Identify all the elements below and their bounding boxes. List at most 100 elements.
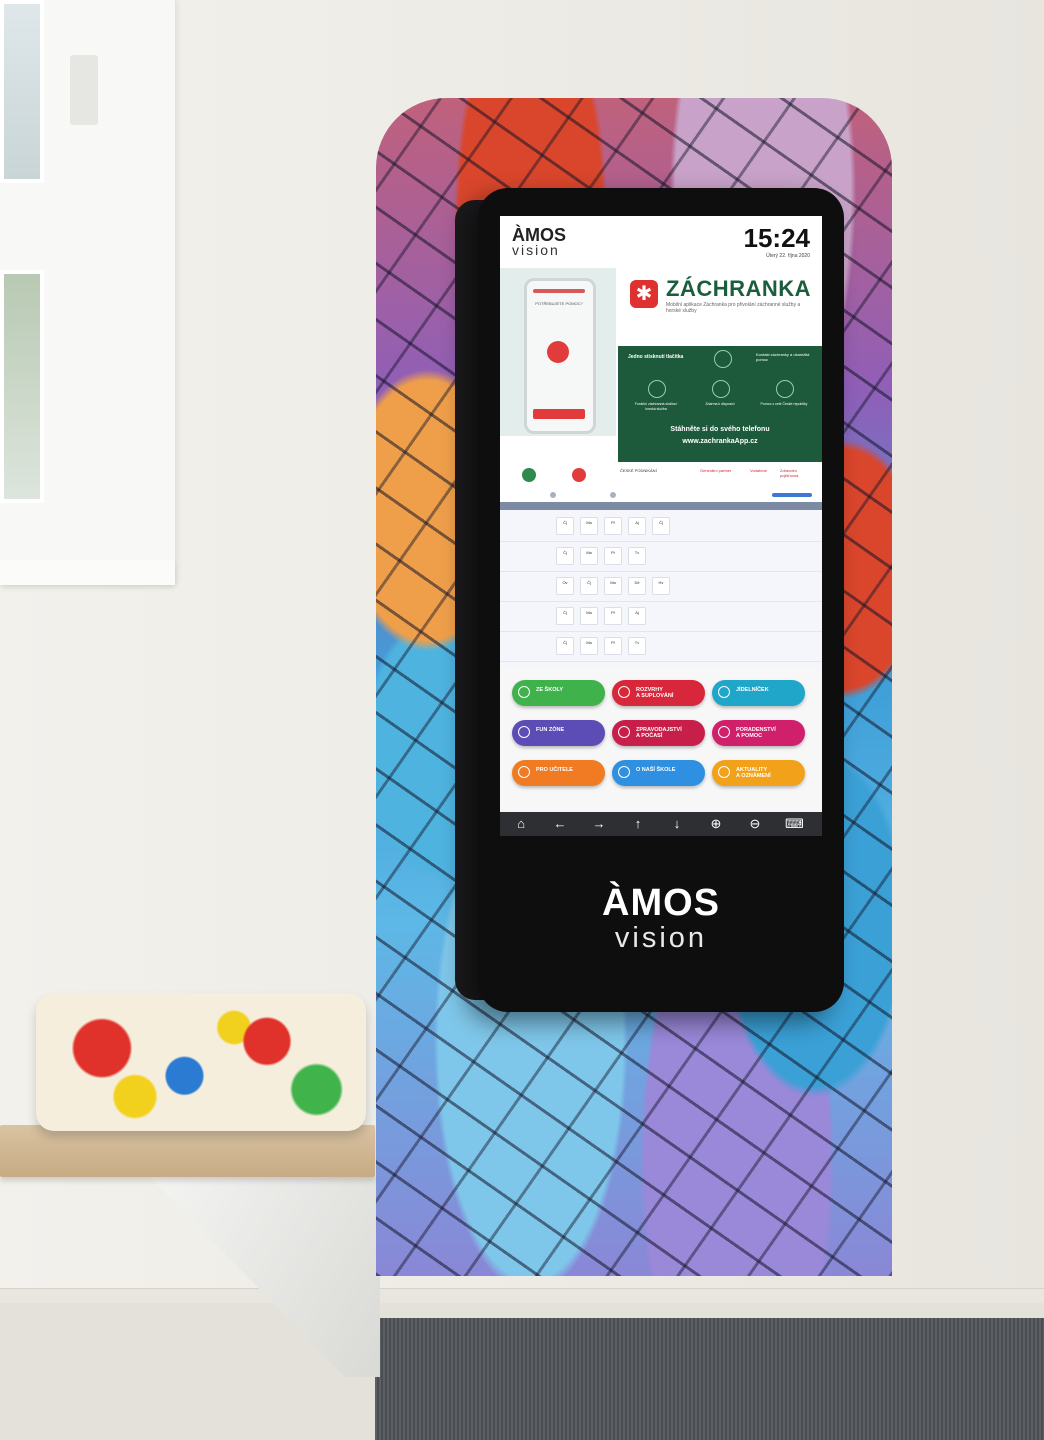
pillow xyxy=(36,993,366,1131)
zoom-in-icon[interactable]: ⊕ xyxy=(707,816,725,832)
microphone-icon xyxy=(618,726,630,738)
bell-icon xyxy=(718,766,730,778)
timetable-selector[interactable] xyxy=(772,493,812,497)
timetable-cell[interactable]: Ma xyxy=(580,517,598,535)
kiosk-screen: ÀMOS vision 15:24 Úterý 22. října 2020 P… xyxy=(500,216,822,836)
sponsor-strip: ČESKÉ PODNIKÁNÍ Generální partner Vodafo… xyxy=(500,462,822,488)
home-icon[interactable]: ⌂ xyxy=(512,816,530,832)
icon-caption: Zdarma k dispozici xyxy=(705,402,735,406)
gamepad-icon xyxy=(518,726,530,738)
timetable-cell[interactable]: Ma xyxy=(580,547,598,565)
timetable-cell[interactable]: Aj xyxy=(628,607,646,625)
crosshair-icon xyxy=(712,380,730,398)
sos-button-icon xyxy=(547,341,569,363)
menu-button-label: PRO UČITELE xyxy=(536,767,573,773)
banner-step-result: Kontakt záchranky a okamžitá pomoc xyxy=(756,352,810,362)
phone-status-bar xyxy=(533,289,585,293)
timetable-row: Čj Ma Př Aj xyxy=(500,602,822,632)
timetable-cell[interactable]: Ma xyxy=(604,577,622,595)
kiosk-logo-line2: vision xyxy=(614,922,708,954)
clock: 15:24 xyxy=(743,223,811,253)
banner-subtitle: Mobilní aplikace Záchranka pro přivolání… xyxy=(666,302,801,314)
timetable-cell[interactable]: Ma xyxy=(580,637,598,655)
phone-mockup: POTŘEBUJETE POMOC? xyxy=(524,278,596,434)
menu-button-label: AKTUALITY A OZNÁMENÍ xyxy=(736,767,771,779)
timetable-cell[interactable]: Čj xyxy=(556,517,574,535)
arrow-left-icon[interactable]: ← xyxy=(551,816,569,832)
mountain-icon xyxy=(648,380,666,398)
sponsor-logo-icon xyxy=(522,468,536,482)
window-pane-top xyxy=(0,0,44,183)
menu-button[interactable]: JÍDELNÍČEK xyxy=(712,680,805,706)
timetable-cell[interactable]: Čj xyxy=(652,517,670,535)
timetable-cell[interactable]: Čj xyxy=(580,577,598,595)
timetable-cell[interactable]: Ov xyxy=(556,577,574,595)
menu-button[interactable]: FUN ZÓNE xyxy=(512,720,605,746)
zoom-out-icon[interactable]: ⊖ xyxy=(746,816,764,832)
banner-step: Jedno stisknutí tlačítka xyxy=(628,354,684,360)
timetable-row: Čj Ma Př Tv xyxy=(500,632,822,662)
alert-icon xyxy=(776,380,794,398)
timetable-cell[interactable]: Aj xyxy=(628,517,646,535)
icon-caption: Pomoc z celé České republiky xyxy=(760,402,808,406)
timetable-cell[interactable]: Čj xyxy=(556,637,574,655)
navigation-bar: ⌂ ← → ↑ ↓ ⊕ ⊖ ⌨ xyxy=(500,812,822,836)
sponsor-label: ČESKÉ PODNIKÁNÍ xyxy=(620,468,657,473)
menu-button[interactable]: AKTUALITY A OZNÁMENÍ xyxy=(712,760,805,786)
filter-dot-icon[interactable] xyxy=(550,492,556,498)
bench-seat xyxy=(0,1125,375,1177)
menu-button-label: ZPRAVODAJSTVÍ A POČASÍ xyxy=(636,727,682,739)
timetable-row: Ov Čj Ma Dě Hv xyxy=(500,572,822,602)
arrow-up-icon[interactable]: ↑ xyxy=(629,816,647,832)
date: Úterý 22. října 2020 xyxy=(766,253,810,259)
menu-button-label: FUN ZÓNE xyxy=(536,727,565,733)
skirting-board xyxy=(0,1288,1044,1303)
timetable-cell[interactable]: Př xyxy=(604,547,622,565)
window xyxy=(0,0,175,585)
banner-heading: ✱ ZÁCHRANKA Mobilní aplikace Záchranka p… xyxy=(618,268,822,346)
timetable-cell[interactable]: Hv xyxy=(652,577,670,595)
main-menu: ZE ŠKOLY ROZVRHY A SUPLOVÁNÍ JÍDELNÍČEK FUN… xyxy=(500,668,822,812)
menu-button[interactable]: PRO UČITELE xyxy=(512,760,605,786)
info-icon xyxy=(618,766,630,778)
ad-banner[interactable]: POTŘEBUJETE POMOC? ✱ ZÁCHRANKA Mobilní a… xyxy=(500,268,822,482)
banner-url: www.zachrankaApp.cz xyxy=(682,438,758,445)
sponsor-label: Zdravotní pojišťovna xyxy=(780,468,799,478)
timetable-row: Čj Ma Př Tv xyxy=(500,542,822,572)
timetable-cell[interactable]: Čj xyxy=(556,607,574,625)
timetable-cell[interactable]: Ma xyxy=(580,607,598,625)
menu-button[interactable]: ZE ŠKOLY xyxy=(512,680,605,706)
timetable-cell[interactable]: Dě xyxy=(628,577,646,595)
timetable-toolbar xyxy=(500,488,822,503)
timetable-cell[interactable]: Čj xyxy=(556,547,574,565)
timetable-cell[interactable]: Př xyxy=(604,637,622,655)
phone-message: POTŘEBUJETE POMOC? xyxy=(535,301,583,306)
carpet xyxy=(375,1318,1044,1440)
menu-button[interactable]: ZPRAVODAJSTVÍ A POČASÍ xyxy=(612,720,705,746)
filter-dot-icon[interactable] xyxy=(610,492,616,498)
sponsor-label: Generální partner xyxy=(700,468,732,473)
menu-button-label: O NAŠÍ ŠKOLE xyxy=(636,767,676,773)
timetable-cell[interactable]: Tv xyxy=(628,547,646,565)
timetable-cell[interactable]: Př xyxy=(604,607,622,625)
menu-button[interactable]: O NAŠÍ ŠKOLE xyxy=(612,760,705,786)
menu-button-label: PORADENSTVÍ A POMOC xyxy=(736,727,776,739)
timetable-header xyxy=(500,502,822,510)
arrow-right-icon[interactable]: → xyxy=(590,816,608,832)
screen-header: ÀMOS vision 15:24 Úterý 22. října 2020 xyxy=(500,216,822,268)
header-logo-line2: vision xyxy=(512,242,560,258)
window-pane-bottom xyxy=(0,270,44,503)
menu-button[interactable]: ROZVRHY A SUPLOVÁNÍ xyxy=(612,680,705,706)
menu-button-label: JÍDELNÍČEK xyxy=(736,687,769,693)
banner-cta: Stáhněte si do svého telefonu xyxy=(670,426,770,433)
menu-button[interactable]: PORADENSTVÍ A POMOC xyxy=(712,720,805,746)
timetable-cell[interactable]: Př xyxy=(604,517,622,535)
phone-call-bar xyxy=(533,409,585,419)
timetable[interactable]: Čj Ma Př Aj Čj Čj Ma Př Tv Ov Čj Ma Dě Hv Čj Ma Př Aj Čj Ma… xyxy=(500,488,822,668)
keyboard-icon[interactable]: ⌨ xyxy=(785,816,804,832)
menu-button-label: ROZVRHY A SUPLOVÁNÍ xyxy=(636,687,674,699)
kiosk: ÀMOS vision 15:24 Úterý 22. října 2020 P… xyxy=(478,188,844,1012)
trophy-icon xyxy=(518,766,530,778)
timetable-cell[interactable]: Tv xyxy=(628,637,646,655)
arrow-down-icon[interactable]: ↓ xyxy=(668,816,686,832)
